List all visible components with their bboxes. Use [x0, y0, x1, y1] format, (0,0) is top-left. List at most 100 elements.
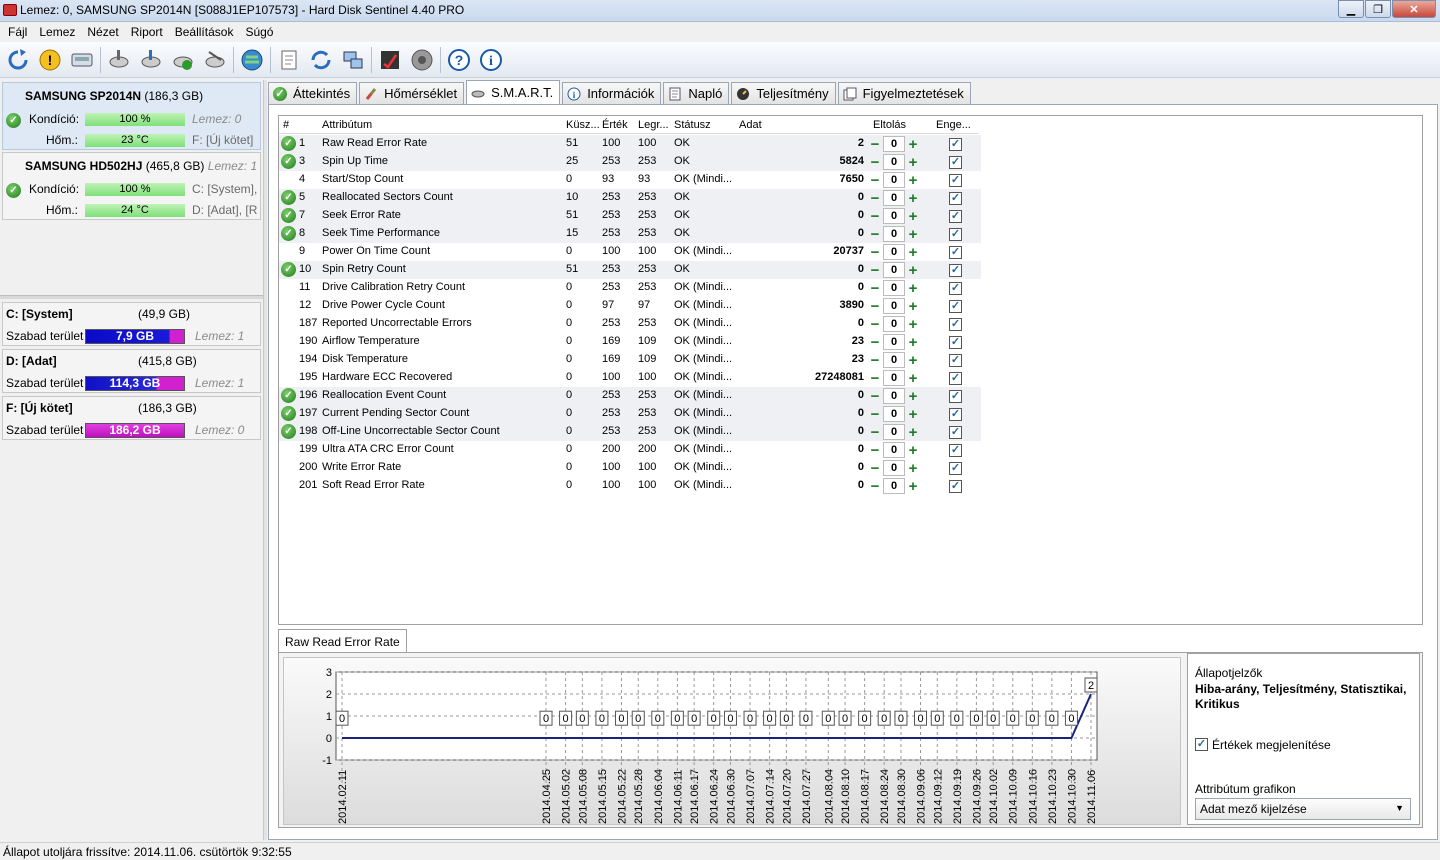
- minus-icon[interactable]: −: [867, 316, 883, 333]
- minus-icon[interactable]: −: [867, 460, 883, 477]
- minus-icon[interactable]: −: [867, 244, 883, 261]
- refresh-icon[interactable]: [4, 46, 32, 74]
- offset-value[interactable]: 0: [883, 280, 905, 296]
- volume-item-f[interactable]: F: [Új kötet] (186,3 GB) Szabad terület …: [2, 396, 261, 440]
- enable-checkbox[interactable]: ✓: [949, 444, 962, 457]
- refresh-disk-icon[interactable]: [307, 46, 335, 74]
- table-row[interactable]: 201 Soft Read Error Rate 0 100 100 OK (Mindi.…: [279, 477, 981, 495]
- enable-checkbox[interactable]: ✓: [949, 192, 962, 205]
- help-icon[interactable]: ?: [445, 46, 473, 74]
- offset-value[interactable]: 0: [883, 424, 905, 440]
- table-row[interactable]: 4 Start/Stop Count 0 93 93 OK (Mindi... 7650 −…: [279, 171, 981, 189]
- offset-value[interactable]: 0: [883, 388, 905, 404]
- offset-value[interactable]: 0: [883, 406, 905, 422]
- minus-icon[interactable]: −: [867, 478, 883, 495]
- plus-icon[interactable]: +: [905, 388, 921, 405]
- graph-tab[interactable]: Raw Read Error Rate: [278, 629, 407, 653]
- volume-item-c[interactable]: C: [System] (49,9 GB) Szabad terület 7,9…: [2, 302, 261, 346]
- table-row[interactable]: 187 Reported Uncorrectable Errors 0 253 253 O…: [279, 315, 981, 333]
- column-header-offset[interactable]: Eltolás: [873, 119, 906, 131]
- plus-icon[interactable]: +: [905, 334, 921, 351]
- plus-icon[interactable]: +: [905, 424, 921, 441]
- column-header-attribute[interactable]: Attribútum: [322, 119, 372, 131]
- offset-value[interactable]: 0: [883, 478, 905, 494]
- table-row[interactable]: ✓ 8 Seek Time Performance 15 253 253 OK 0 − 0 +…: [279, 225, 981, 243]
- table-row[interactable]: 11 Drive Calibration Retry Count 0 253 253 OK…: [279, 279, 981, 297]
- table-row[interactable]: 199 Ultra ATA CRC Error Count 0 200 200 OK (M…: [279, 441, 981, 459]
- plus-icon[interactable]: +: [905, 460, 921, 477]
- plus-icon[interactable]: +: [905, 406, 921, 423]
- panel-divider[interactable]: [0, 295, 263, 299]
- tab-warnings[interactable]: Figyelmeztetések: [837, 82, 971, 104]
- table-row[interactable]: ✓ 5 Reallocated Sectors Count 10 253 253 OK 0 −…: [279, 189, 981, 207]
- plus-icon[interactable]: +: [905, 298, 921, 315]
- table-row[interactable]: ✓ 7 Seek Error Rate 51 253 253 OK 0 − 0 + ✓: [279, 207, 981, 225]
- disk-tool-2-icon[interactable]: [137, 46, 165, 74]
- offset-value[interactable]: 0: [883, 172, 905, 188]
- plus-icon[interactable]: +: [905, 154, 921, 171]
- plus-icon[interactable]: +: [905, 442, 921, 459]
- tab-temperature[interactable]: Hőmérséklet: [359, 82, 465, 104]
- tab-overview[interactable]: ✓ Áttekintés: [268, 82, 358, 104]
- plus-icon[interactable]: +: [905, 262, 921, 279]
- offset-value[interactable]: 0: [883, 244, 905, 260]
- enable-checkbox[interactable]: ✓: [949, 246, 962, 259]
- menu-file[interactable]: Fájl: [2, 25, 33, 39]
- info-icon[interactable]: i: [477, 46, 505, 74]
- disk-tool-icon[interactable]: [105, 46, 133, 74]
- table-row[interactable]: ✓ 1 Raw Read Error Rate 51 100 100 OK 2 − 0 + ✓: [279, 135, 981, 153]
- enable-checkbox[interactable]: ✓: [949, 390, 962, 403]
- minus-icon[interactable]: −: [867, 208, 883, 225]
- offset-value[interactable]: 0: [883, 226, 905, 242]
- maximize-button[interactable]: ❐: [1365, 0, 1391, 18]
- tab-info[interactable]: i Információk: [562, 82, 662, 104]
- offset-value[interactable]: 0: [883, 442, 905, 458]
- offset-value[interactable]: 0: [883, 298, 905, 314]
- attribute-graph-select[interactable]: Adat mező kijelzése ▼: [1195, 798, 1411, 820]
- offset-value[interactable]: 0: [883, 208, 905, 224]
- minus-icon[interactable]: −: [867, 172, 883, 189]
- splitter[interactable]: [263, 80, 267, 840]
- disk-item-1[interactable]: SAMSUNG HD502HJ (465,8 GB) Lemez: 1 ✓ Ko…: [2, 152, 261, 220]
- enable-checkbox[interactable]: ✓: [949, 138, 962, 151]
- minus-icon[interactable]: −: [867, 154, 883, 171]
- enable-checkbox[interactable]: ✓: [949, 156, 962, 169]
- minus-icon[interactable]: −: [867, 280, 883, 297]
- column-header-data[interactable]: Adat: [739, 119, 762, 131]
- table-row[interactable]: ✓ 197 Current Pending Sector Count 0 253 253 O…: [279, 405, 981, 423]
- minus-icon[interactable]: −: [867, 370, 883, 387]
- minus-icon[interactable]: −: [867, 406, 883, 423]
- column-header-num[interactable]: #: [283, 119, 289, 131]
- plus-icon[interactable]: +: [905, 226, 921, 243]
- minus-icon[interactable]: −: [867, 226, 883, 243]
- globe-icon[interactable]: [238, 46, 266, 74]
- enable-checkbox[interactable]: ✓: [949, 300, 962, 313]
- disk-icon[interactable]: [68, 46, 96, 74]
- plus-icon[interactable]: +: [905, 316, 921, 333]
- plus-icon[interactable]: +: [905, 172, 921, 189]
- enable-checkbox[interactable]: ✓: [949, 174, 962, 187]
- menu-help[interactable]: Súgó: [239, 25, 279, 39]
- enable-checkbox[interactable]: ✓: [949, 462, 962, 475]
- show-values-checkbox[interactable]: ✓: [1195, 738, 1208, 751]
- table-row[interactable]: ✓ 196 Reallocation Event Count 0 253 253 OK (M…: [279, 387, 981, 405]
- table-row[interactable]: 190 Airflow Temperature 0 169 109 OK (Mindi..…: [279, 333, 981, 351]
- minus-icon[interactable]: −: [867, 442, 883, 459]
- offset-value[interactable]: 0: [883, 334, 905, 350]
- disk-item-0[interactable]: SAMSUNG SP2014N (186,3 GB) ✓ Kondíció: 1…: [2, 82, 261, 150]
- minus-icon[interactable]: −: [867, 334, 883, 351]
- table-row[interactable]: 12 Drive Power Cycle Count 0 97 97 OK (Mindi.…: [279, 297, 981, 315]
- menu-view[interactable]: Nézet: [81, 25, 124, 39]
- checklist-icon[interactable]: [376, 46, 404, 74]
- menu-disk[interactable]: Lemez: [33, 25, 81, 39]
- table-row[interactable]: 194 Disk Temperature 0 169 109 OK (Mindi... 23…: [279, 351, 981, 369]
- plus-icon[interactable]: +: [905, 478, 921, 495]
- network-icon[interactable]: [339, 46, 367, 74]
- plus-icon[interactable]: +: [905, 280, 921, 297]
- column-header-worst[interactable]: Legr...: [638, 119, 669, 131]
- enable-checkbox[interactable]: ✓: [949, 318, 962, 331]
- offset-value[interactable]: 0: [883, 190, 905, 206]
- offset-value[interactable]: 0: [883, 460, 905, 476]
- tab-log[interactable]: Napló: [663, 82, 730, 104]
- enable-checkbox[interactable]: ✓: [949, 480, 962, 493]
